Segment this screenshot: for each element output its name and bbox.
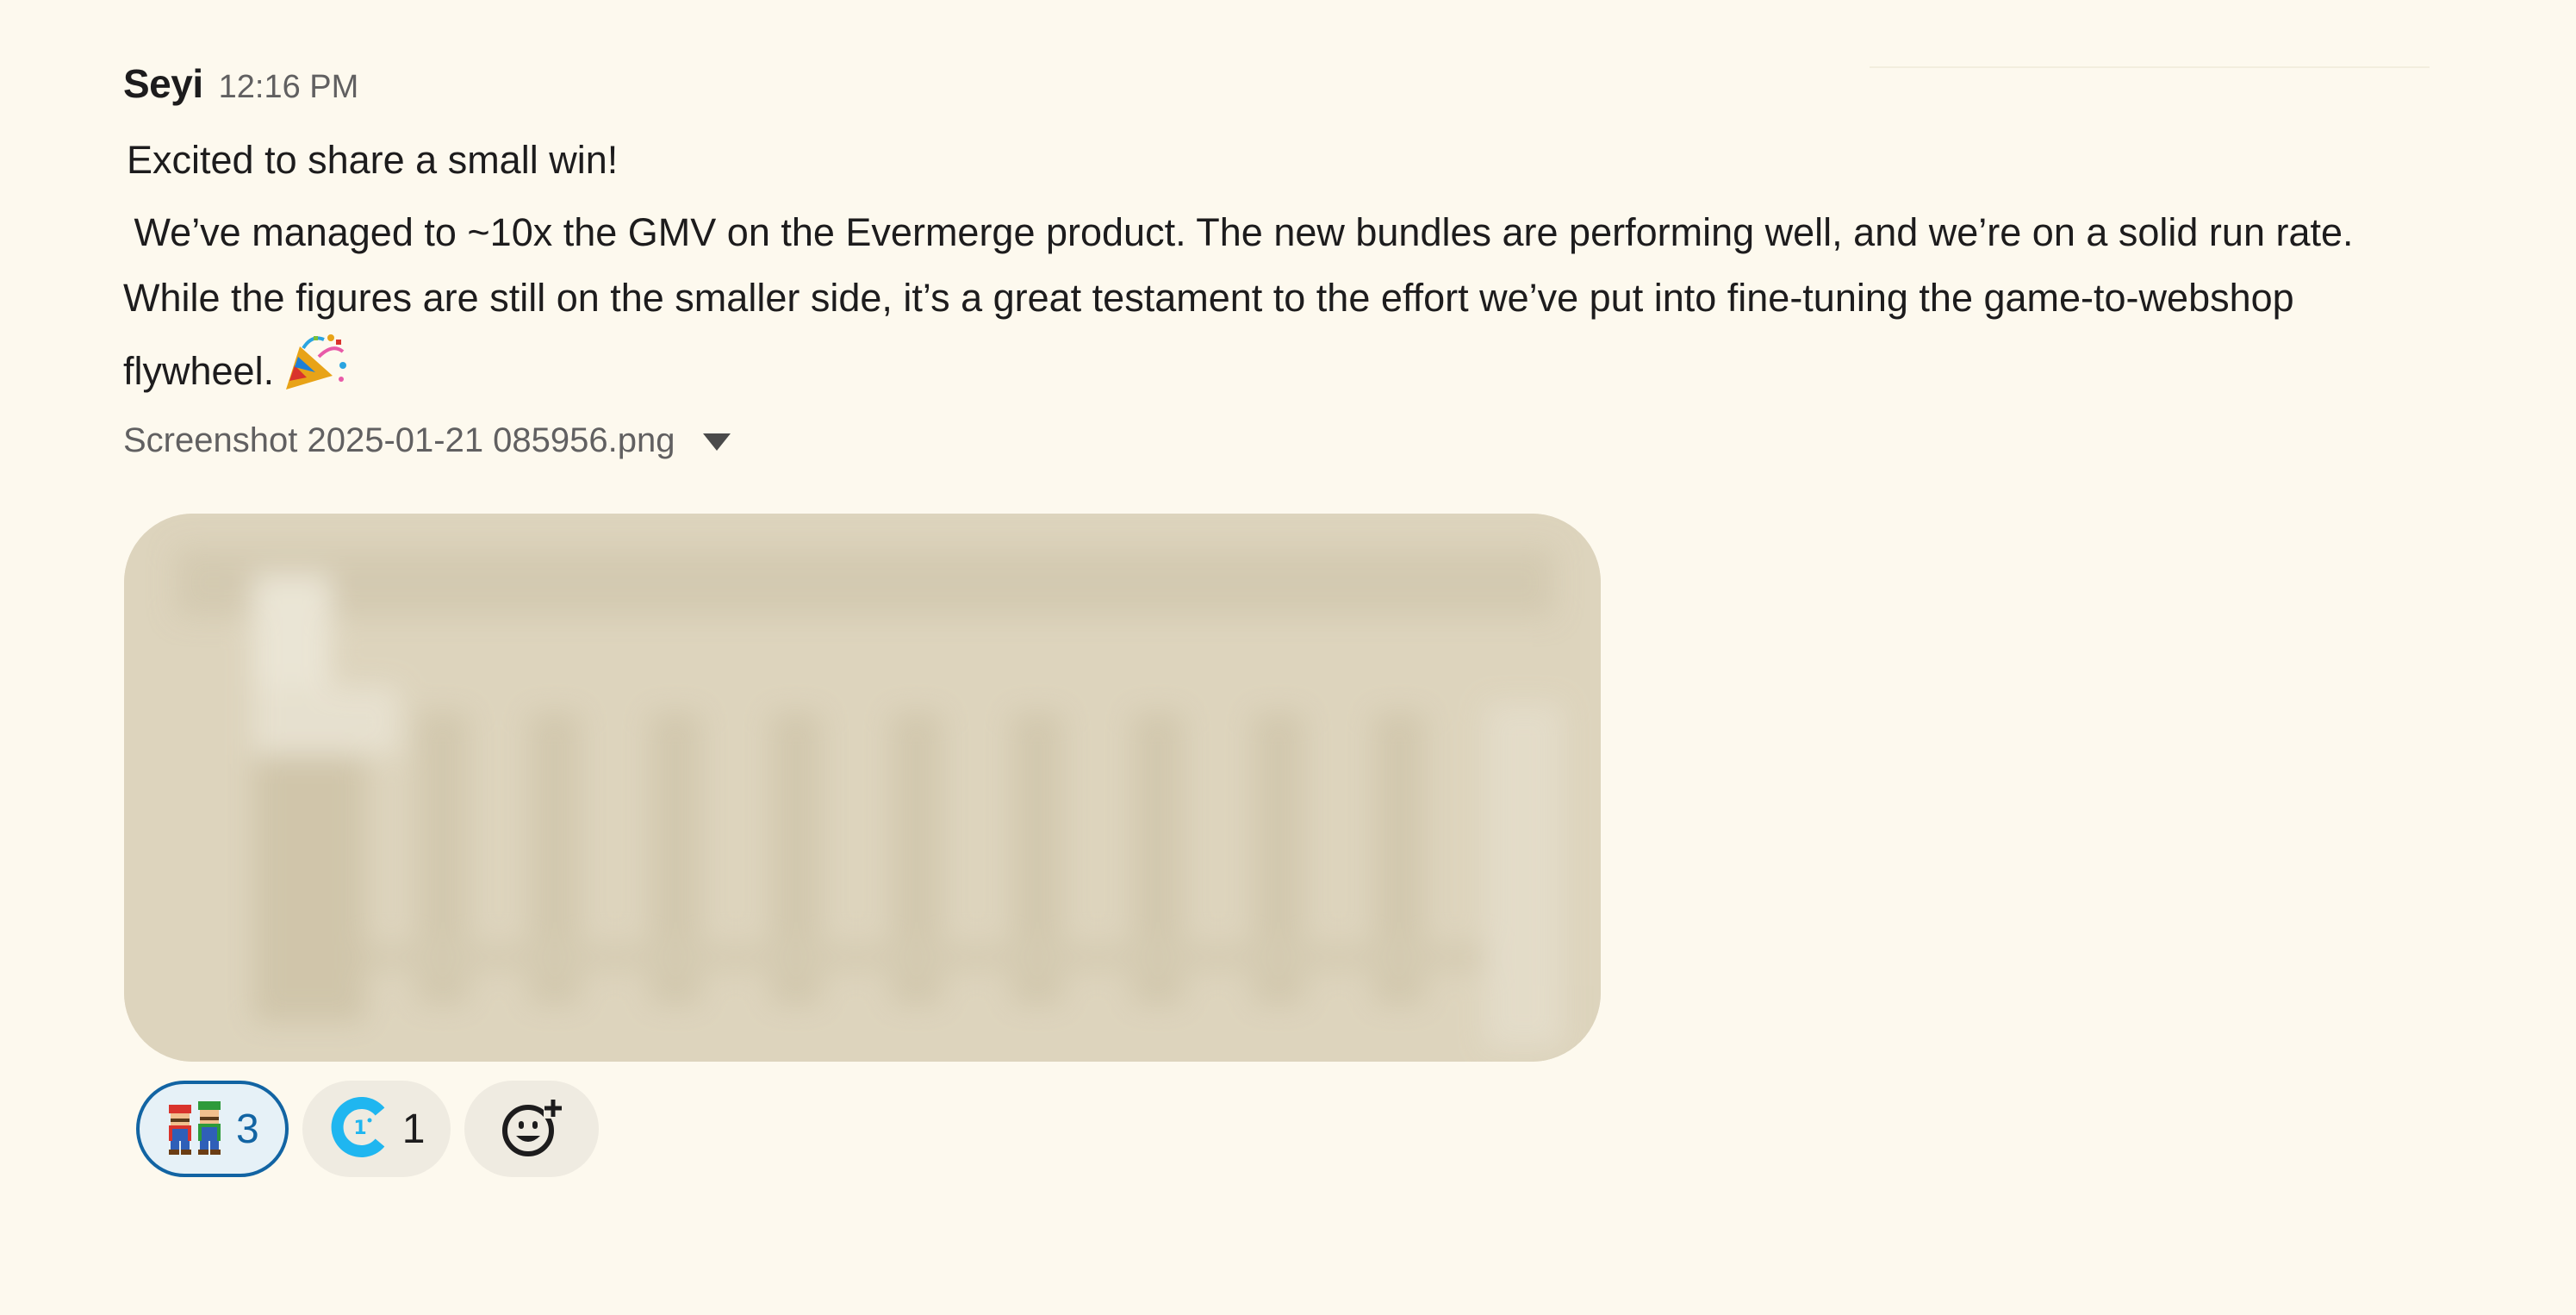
- message-body: We’ve managed to ~10x the GMV on the Eve…: [123, 200, 2398, 404]
- reaction-c-logo[interactable]: 1 1: [302, 1081, 451, 1177]
- image-attachment[interactable]: [124, 514, 1601, 1062]
- add-reaction-icon: [497, 1093, 566, 1166]
- mario-luigi-icon: [165, 1100, 224, 1159]
- message: Seyi 12:16 PM Excited to share a small w…: [123, 60, 2398, 473]
- reaction-count: 1: [401, 1106, 426, 1152]
- reaction-mario-luigi[interactable]: 3: [136, 1081, 289, 1177]
- reaction-count: 3: [236, 1106, 259, 1152]
- file-row: Screenshot 2025-01-21 085956.png: [123, 408, 2398, 473]
- sender-name[interactable]: Seyi: [123, 60, 203, 107]
- c-logo-icon: 1: [328, 1096, 390, 1162]
- reactions-bar: 3 1 1: [136, 1081, 600, 1177]
- message-timestamp[interactable]: 12:16 PM: [219, 69, 359, 106]
- svg-text:1: 1: [353, 1118, 366, 1139]
- caret-down-icon[interactable]: [702, 433, 731, 451]
- message-body-text: We’ve managed to ~10x the GMV on the Eve…: [123, 210, 2354, 393]
- party-popper-icon: [281, 331, 350, 393]
- file-name[interactable]: Screenshot 2025-01-21 085956.png: [123, 421, 675, 460]
- add-reaction-button[interactable]: [464, 1081, 600, 1177]
- message-line-1: Excited to share a small win!: [127, 138, 619, 182]
- message-header: Seyi 12:16 PM: [123, 60, 2398, 133]
